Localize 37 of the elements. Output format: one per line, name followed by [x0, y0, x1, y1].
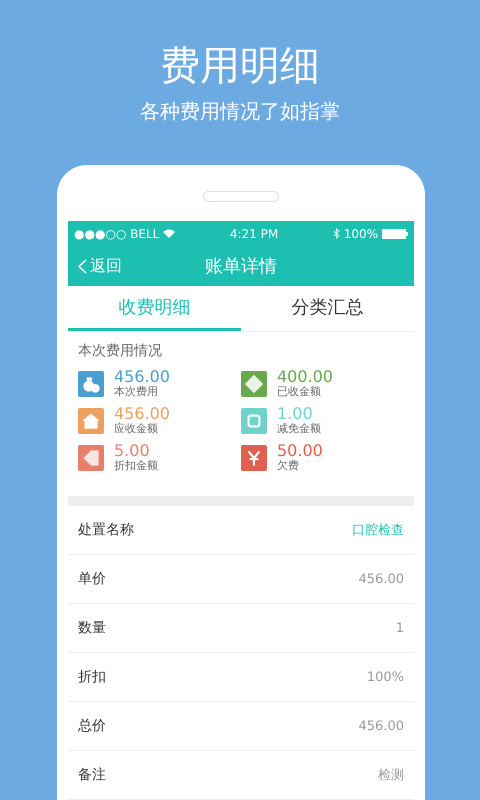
- tab[interactable]: 分类汇总: [241, 286, 414, 331]
- row-value: 1: [396, 620, 404, 636]
- bluetooth-icon: [332, 228, 340, 239]
- headline: 费用明细: [160, 42, 320, 90]
- screen-title: 账单详情: [205, 256, 277, 277]
- row-value: 456.00: [358, 572, 404, 586]
- battery-icon: [382, 228, 408, 238]
- row-value: 100%: [366, 670, 404, 684]
- clock: 4:21 PM: [230, 226, 278, 240]
- row-value: 456.00: [358, 718, 404, 734]
- row-label: 数量: [78, 619, 106, 637]
- amount: 400.00: [277, 368, 333, 385]
- amount-label: 减免金额: [277, 422, 321, 436]
- row-label: 处置名称: [78, 521, 134, 539]
- row-label: 总价: [78, 717, 106, 735]
- row-value[interactable]: 口腔检查: [352, 521, 404, 539]
- amount: 456.00: [114, 368, 170, 385]
- amount-label: 折扣金额: [114, 459, 158, 473]
- amount: 5.00: [114, 442, 150, 459]
- section-title: 本次费用情况: [78, 342, 163, 360]
- amount: 456.00: [114, 405, 170, 422]
- subheadline: 各种费用情况了如指掌: [140, 98, 340, 125]
- battery-level: 100%: [344, 226, 378, 240]
- carrier: ●●●○○ BELL: [74, 226, 160, 240]
- row-label: 折扣: [78, 668, 106, 686]
- row-label: 单价: [78, 570, 106, 588]
- amount-label: 应收金额: [114, 422, 159, 436]
- back-button[interactable]: 返回: [68, 256, 122, 276]
- amount-label: 本次费用: [114, 385, 159, 399]
- amount: 1.00: [277, 405, 313, 422]
- amount-label: 已收金额: [277, 385, 322, 399]
- chevron-left-icon: [78, 258, 87, 274]
- amount: 50.00: [277, 442, 323, 459]
- row-value: 检测: [378, 767, 404, 784]
- wifi-icon: [163, 229, 176, 238]
- amount-label: 欠费: [277, 459, 300, 473]
- row-label: 备注: [78, 766, 106, 784]
